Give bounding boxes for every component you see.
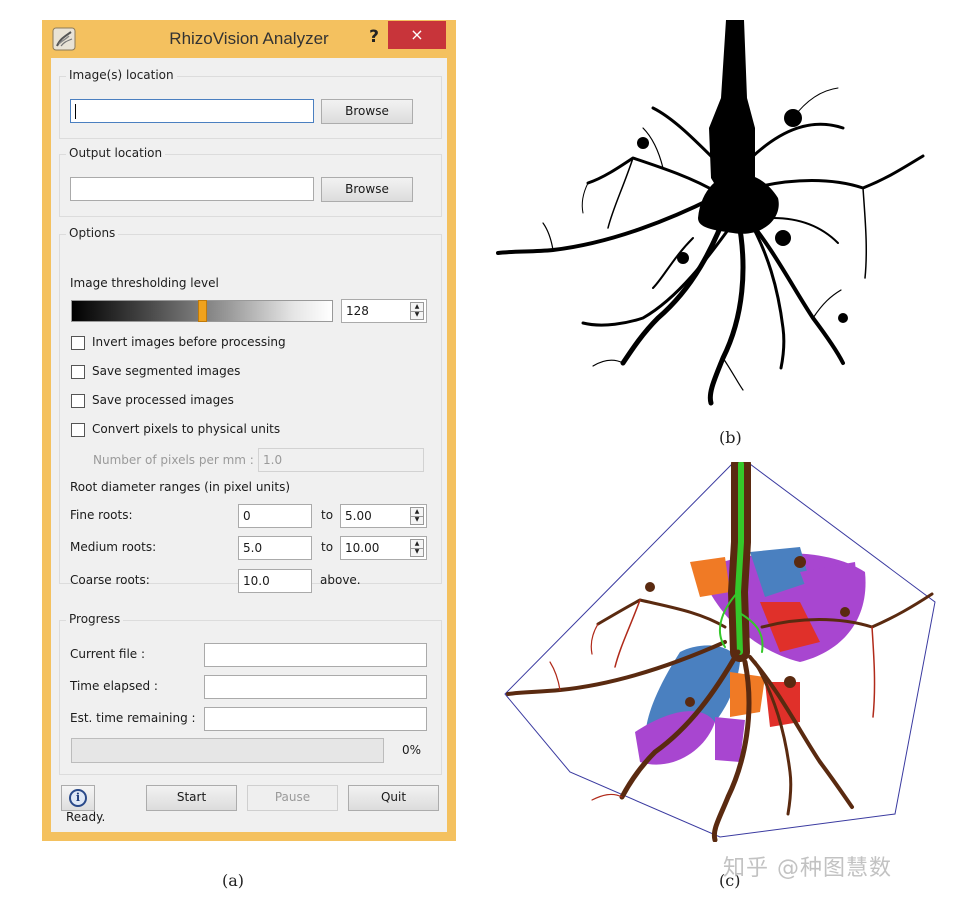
fine-roots-from-input[interactable]: 0 [238, 504, 312, 528]
info-button[interactable]: i [61, 785, 95, 811]
time-remaining-value [204, 707, 427, 731]
output-location-input[interactable] [70, 177, 314, 201]
save-segmented-label[interactable]: Save segmented images [92, 364, 240, 378]
processed-root-image [504, 462, 936, 842]
chevron-down-icon[interactable]: ▼ [411, 516, 423, 524]
coarse-roots-label: Coarse roots: [70, 573, 150, 587]
progress-percent: 0% [402, 743, 422, 757]
diameter-ranges-label: Root diameter ranges (in pixel units) [70, 480, 291, 494]
save-segmented-checkbox[interactable] [71, 365, 85, 379]
pixels-per-mm-label: Number of pixels per mm : [93, 453, 254, 467]
medium-roots-to-value: 10.00 [345, 541, 380, 555]
close-button[interactable]: × [388, 21, 446, 49]
time-elapsed-label: Time elapsed : [70, 679, 158, 693]
help-button[interactable]: ? [364, 24, 384, 50]
fine-roots-to-value: 5.00 [345, 509, 372, 523]
info-icon: i [69, 789, 87, 807]
progress-label: Progress [66, 612, 124, 626]
invert-images-label[interactable]: Invert images before processing [92, 335, 286, 349]
output-browse-button[interactable]: Browse [321, 177, 413, 202]
time-remaining-label: Est. time remaining : [70, 711, 196, 725]
title-bar[interactable]: RhizoVision Analyzer ? × [42, 20, 456, 58]
output-location-label: Output location [66, 146, 166, 160]
chevron-down-icon[interactable]: ▼ [411, 548, 423, 556]
invert-images-checkbox[interactable] [71, 336, 85, 350]
medium-roots-to-label: to [321, 540, 334, 554]
current-file-label: Current file : [70, 647, 146, 661]
image-browse-button[interactable]: Browse [321, 99, 413, 124]
image-location-input[interactable] [70, 99, 314, 123]
window-client-area: Image(s) location Browse Output location… [51, 58, 447, 832]
time-elapsed-value [204, 675, 427, 699]
save-processed-checkbox[interactable] [71, 394, 85, 408]
pixels-per-mm-input[interactable]: 1.0 [258, 448, 424, 472]
caption-a: (a) [222, 871, 245, 890]
progress-bar [71, 738, 384, 763]
start-button[interactable]: Start [146, 785, 237, 811]
watermark-text: 知乎 @种图慧数 [723, 856, 892, 881]
fine-roots-stepper[interactable]: ▲ ▼ [410, 507, 424, 525]
image-location-label: Image(s) location [66, 68, 177, 82]
text-caret [75, 104, 76, 119]
status-bar-text: Ready. [66, 810, 106, 824]
fine-roots-to-label: to [321, 508, 334, 522]
threshold-stepper[interactable]: ▲ ▼ [410, 302, 424, 320]
convert-units-label[interactable]: Convert pixels to physical units [92, 422, 280, 436]
analyzer-window: RhizoVision Analyzer ? × Image(s) locati… [42, 20, 456, 841]
medium-roots-label: Medium roots: [70, 540, 157, 554]
threshold-label: Image thresholding level [70, 276, 219, 290]
medium-roots-to-spinbox[interactable]: 10.00 ▲ ▼ [340, 536, 427, 560]
convert-units-checkbox[interactable] [71, 423, 85, 437]
fine-roots-to-spinbox[interactable]: 5.00 ▲ ▼ [340, 504, 427, 528]
threshold-slider-thumb[interactable] [198, 300, 207, 322]
segmented-root-image [496, 20, 925, 406]
threshold-spinbox[interactable]: 128 ▲ ▼ [341, 299, 427, 323]
fine-roots-label: Fine roots: [70, 508, 133, 522]
caption-b: (b) [719, 428, 742, 447]
quit-button[interactable]: Quit [348, 785, 439, 811]
coarse-roots-above-label: above. [320, 573, 361, 587]
options-label: Options [66, 226, 119, 240]
chevron-down-icon[interactable]: ▼ [411, 311, 423, 319]
current-file-value [204, 643, 427, 667]
medium-roots-from-input[interactable]: 5.0 [238, 536, 312, 560]
medium-roots-stepper[interactable]: ▲ ▼ [410, 539, 424, 557]
save-processed-label[interactable]: Save processed images [92, 393, 234, 407]
coarse-roots-from-input[interactable]: 10.0 [238, 569, 312, 593]
pause-button[interactable]: Pause [247, 785, 338, 811]
threshold-slider[interactable] [71, 300, 333, 322]
threshold-value: 128 [346, 304, 369, 318]
root-silhouette [496, 20, 925, 406]
